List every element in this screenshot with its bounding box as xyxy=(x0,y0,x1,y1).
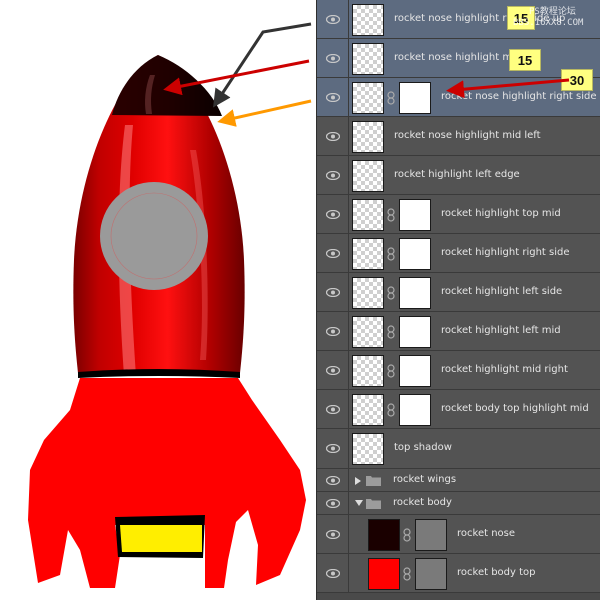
layer-mask-thumbnail[interactable] xyxy=(399,276,431,309)
layer-row[interactable]: rocket nose xyxy=(317,515,600,554)
visibility-eye-icon[interactable] xyxy=(317,156,349,194)
layer-mask-thumbnail[interactable] xyxy=(399,198,431,231)
layer-row[interactable]: rocket highlight left side xyxy=(317,273,600,312)
visibility-eye-icon[interactable] xyxy=(317,195,349,233)
layer-row[interactable]: rocket highlight right side xyxy=(317,234,600,273)
layer-row[interactable]: rocket highlight mid right xyxy=(317,351,600,390)
layer-thumbnail[interactable] xyxy=(352,198,384,231)
folder-icon xyxy=(366,498,381,509)
layer-name: rocket highlight left edge xyxy=(394,168,520,180)
rocket-illustration xyxy=(28,22,312,588)
expand-right-icon[interactable] xyxy=(355,476,363,485)
layers-panel: rocket nose highlight right side up rocke… xyxy=(316,0,600,600)
rocket-nose xyxy=(112,55,222,116)
watermark-text: PS教程论坛 xyxy=(529,7,576,17)
layer-name: rocket body xyxy=(393,496,452,508)
layer-row[interactable]: rocket highlight left mid xyxy=(317,312,600,351)
folder-icon xyxy=(366,475,381,486)
color-fill-thumbnail[interactable] xyxy=(368,518,400,551)
document-canvas[interactable] xyxy=(0,0,316,600)
layer-name: top shadow xyxy=(394,442,452,453)
visibility-eye-icon[interactable] xyxy=(317,469,349,491)
visibility-eye-icon[interactable] xyxy=(317,492,349,514)
arrow-orange xyxy=(217,99,312,127)
layer-name: rocket highlight left mid xyxy=(441,324,561,336)
layer-mask-thumbnail[interactable] xyxy=(399,393,431,426)
visibility-eye-icon[interactable] xyxy=(317,117,349,155)
layer-name: rocket highlight mid right xyxy=(441,363,568,375)
layers-panel-footer-toolbar[interactable] xyxy=(317,592,600,600)
visibility-eye-icon[interactable] xyxy=(317,554,349,592)
visibility-eye-icon[interactable] xyxy=(317,312,349,350)
visibility-eye-icon[interactable] xyxy=(317,429,349,468)
layer-mask-thumbnail[interactable] xyxy=(399,354,431,387)
color-fill-thumbnail[interactable] xyxy=(368,557,400,590)
layer-name: rocket highlight left side xyxy=(441,285,563,297)
layer-name: rocket nose highlight mid left xyxy=(394,129,541,141)
layer-name: rocket body top highlight mid xyxy=(441,402,589,414)
layer-thumbnail[interactable] xyxy=(352,393,384,426)
layer-name: rocket wings xyxy=(393,473,457,485)
layer-name: rocket body top xyxy=(457,566,536,578)
layer-thumbnail[interactable] xyxy=(352,237,384,270)
exhaust-yellow xyxy=(120,525,202,552)
porthole xyxy=(100,182,208,290)
layer-name: rocket highlight right side xyxy=(441,246,570,258)
layer-row[interactable]: rocket highlight left edge xyxy=(317,156,600,195)
layer-thumbnail[interactable] xyxy=(352,159,384,192)
watermark-url: BBS.16XX8.COM xyxy=(513,18,584,28)
layer-thumbnail[interactable] xyxy=(352,354,384,387)
layer-row[interactable]: rocket body top highlight mid xyxy=(317,390,600,429)
expand-down-icon[interactable] xyxy=(355,499,363,508)
layer-row[interactable]: rocket highlight top mid xyxy=(317,195,600,234)
layer-row[interactable]: rocket body xyxy=(317,492,600,515)
layer-mask-thumbnail[interactable] xyxy=(415,557,447,590)
visibility-eye-icon[interactable] xyxy=(317,234,349,272)
visibility-eye-icon[interactable] xyxy=(317,390,349,428)
layer-thumbnail[interactable] xyxy=(352,276,384,309)
layer-thumbnail[interactable] xyxy=(352,315,384,348)
visibility-eye-icon[interactable] xyxy=(317,515,349,553)
layer-name: rocket highlight top mid xyxy=(441,207,561,219)
layer-row[interactable]: top shadow xyxy=(317,429,600,469)
layer-row[interactable]: rocket body top xyxy=(317,554,600,593)
layer-row[interactable]: rocket wings xyxy=(317,469,600,492)
layer-mask-thumbnail[interactable] xyxy=(415,518,447,551)
layer-thumbnail[interactable] xyxy=(352,120,384,153)
layer-mask-thumbnail[interactable] xyxy=(399,315,431,348)
layer-mask-thumbnail[interactable] xyxy=(399,237,431,270)
visibility-eye-icon[interactable] xyxy=(317,273,349,311)
visibility-eye-icon[interactable] xyxy=(317,351,349,389)
layer-name: rocket nose xyxy=(457,527,516,539)
layer-thumbnail[interactable] xyxy=(352,433,384,465)
layer-row[interactable]: rocket nose highlight mid left xyxy=(317,117,600,156)
